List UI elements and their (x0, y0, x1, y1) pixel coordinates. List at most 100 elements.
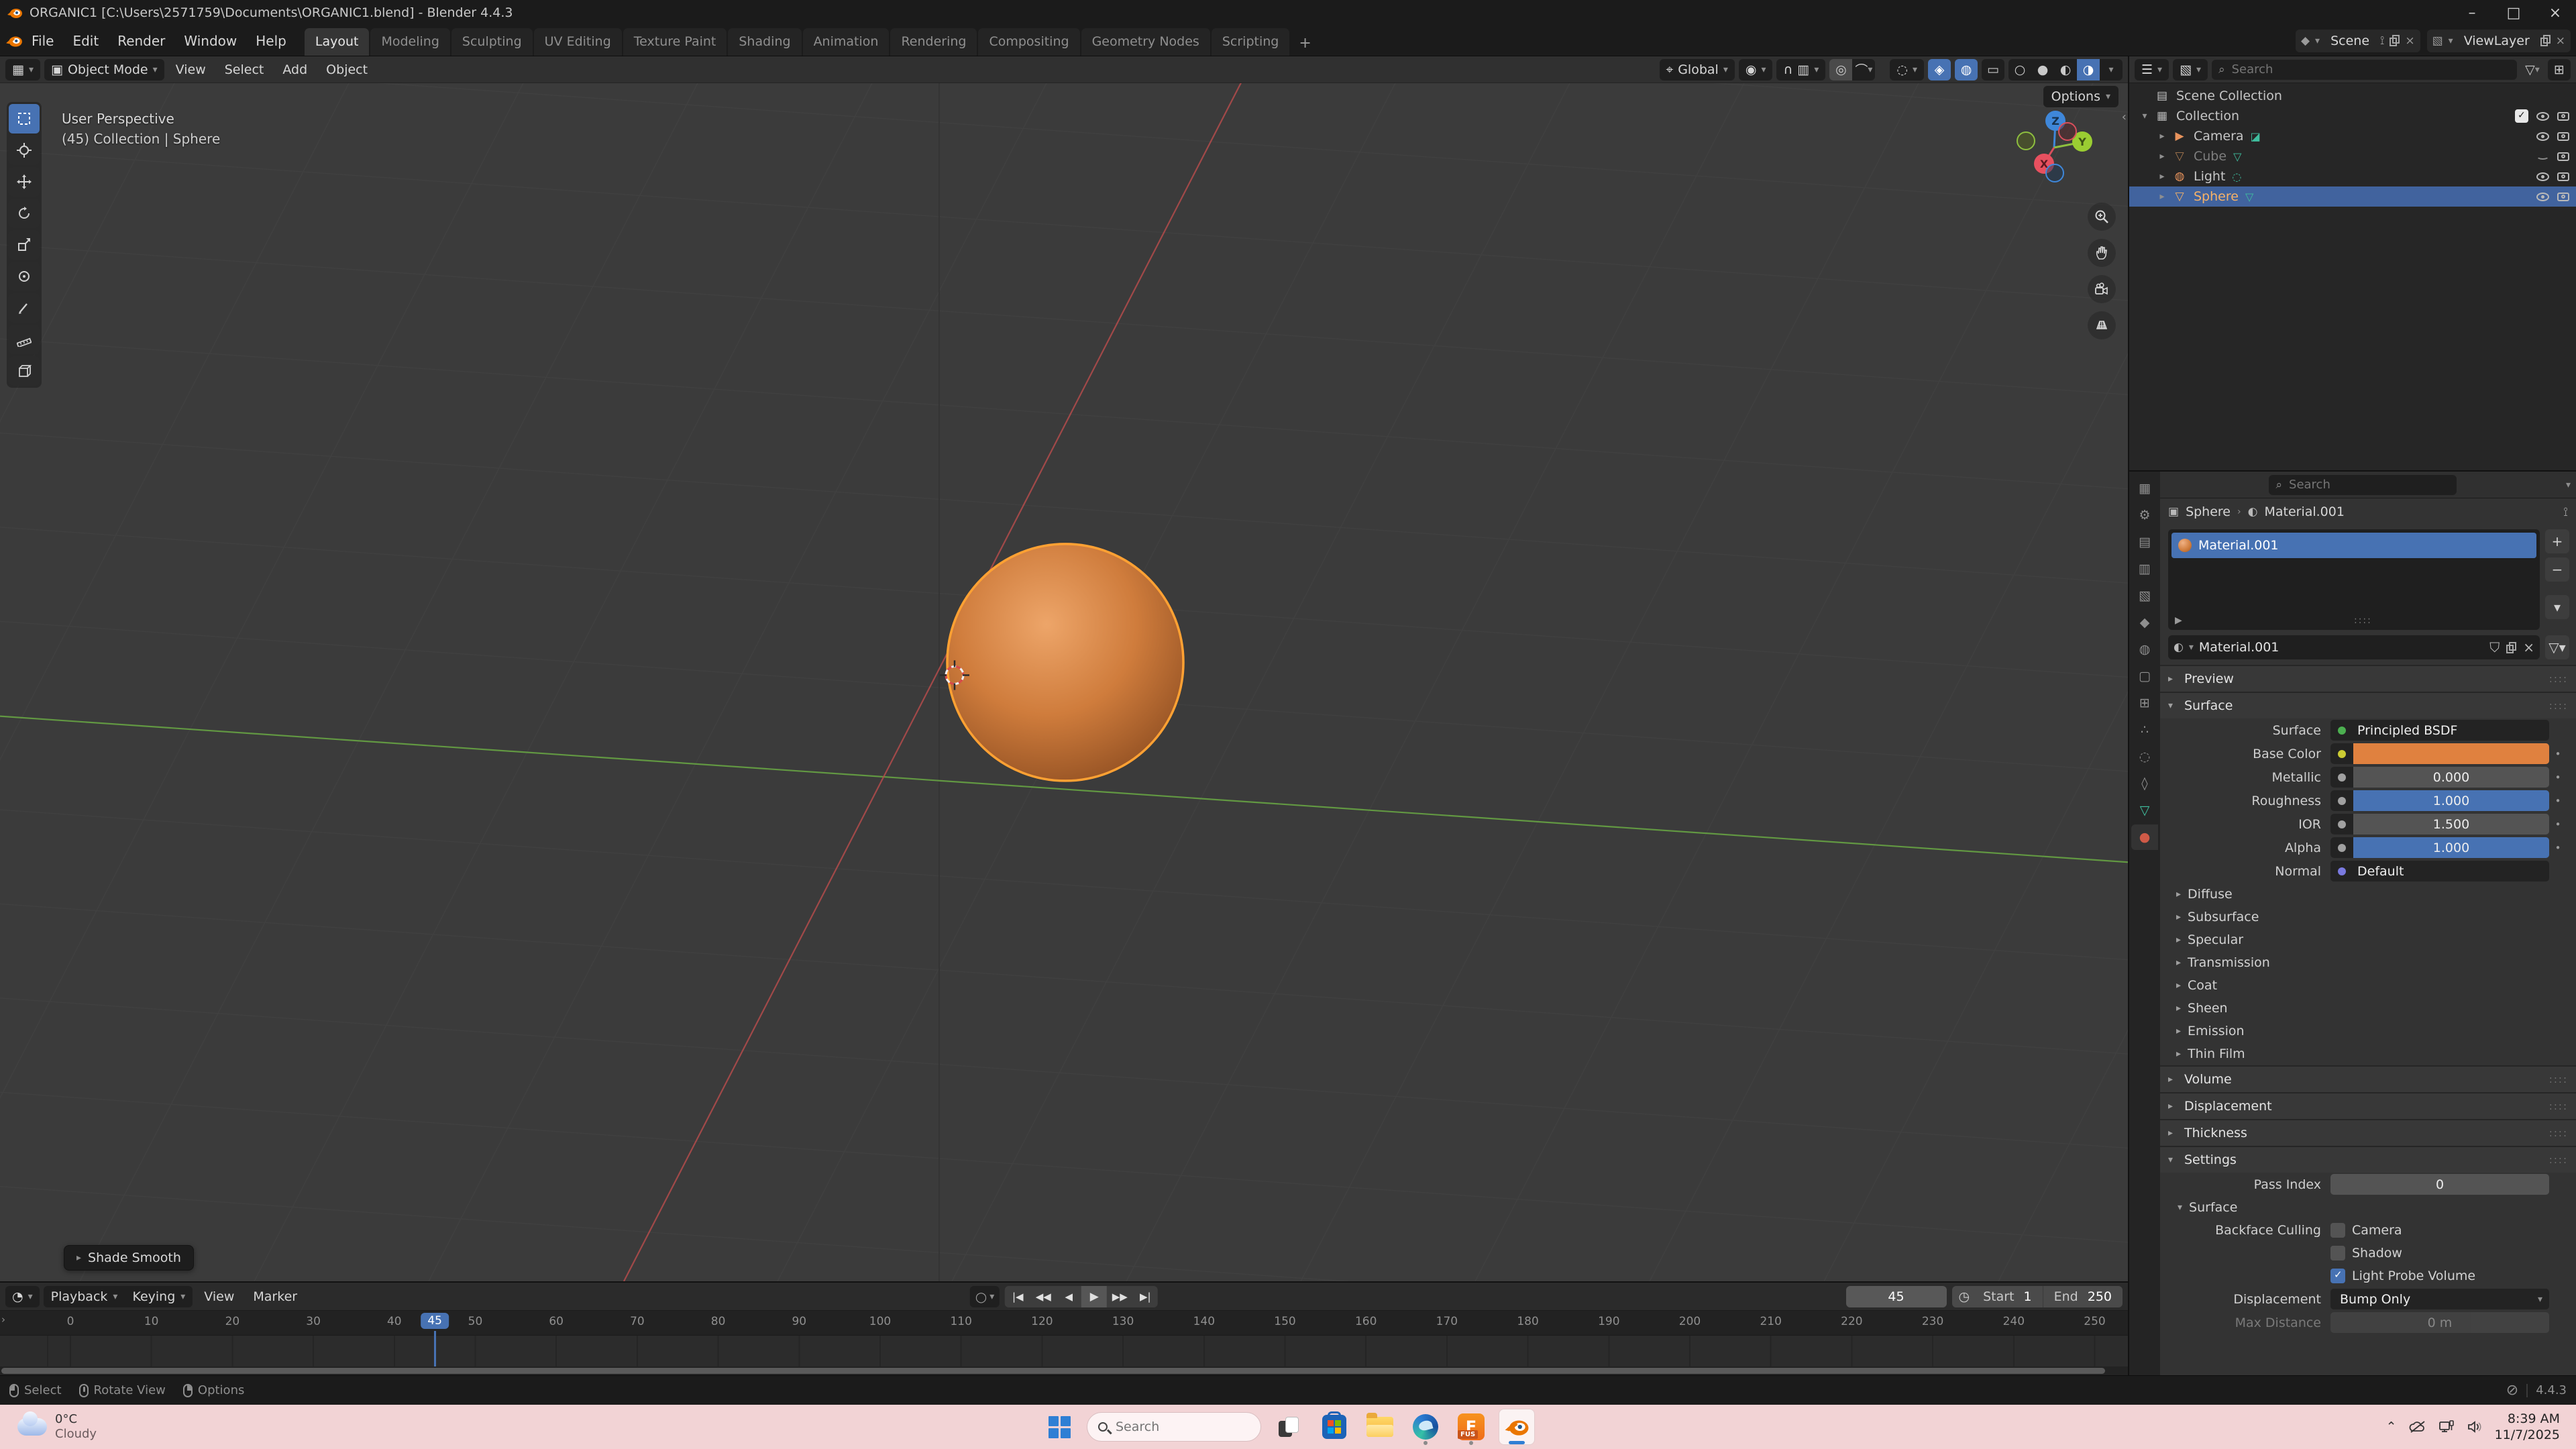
collection-checkbox[interactable]: ✓ (2515, 109, 2528, 123)
sidebar-collapse-arrow[interactable]: ‹ (2122, 110, 2127, 124)
visibility-dropdown[interactable]: ◌ ▾ (1890, 59, 1924, 80)
render-visibility-icon[interactable] (2557, 132, 2569, 141)
eye-icon[interactable] (2536, 172, 2549, 181)
outliner-row-sphere[interactable]: ▸ ▽ Sphere ▽ (2129, 186, 2576, 207)
jump-to-start-button[interactable]: |◀ (1005, 1286, 1030, 1307)
pass-index-field[interactable]: 0 (2330, 1174, 2549, 1195)
copy-icon[interactable] (2390, 35, 2400, 46)
eye-icon[interactable] (2536, 193, 2549, 201)
tab-compositing[interactable]: Compositing (978, 28, 1079, 56)
tab-animation[interactable]: Animation (803, 28, 890, 56)
menu-playback[interactable]: Playback▾ (44, 1286, 125, 1307)
viewlayer-selector[interactable]: ▧ ▾ ViewLayer × (2427, 30, 2571, 52)
menu-keying[interactable]: Keying▾ (125, 1286, 193, 1307)
play-reverse-button[interactable]: ◀ (1056, 1286, 1081, 1307)
blender-menu-icon[interactable] (5, 34, 23, 48)
properties-search-input[interactable] (2288, 477, 2450, 492)
timeline-scrollbar[interactable] (0, 1366, 2128, 1375)
subpanel-coat[interactable]: ▸Coat (2160, 974, 2576, 997)
hidden-icons-chevron[interactable]: ⌃ (2386, 1419, 2397, 1434)
orthographic-toggle-button[interactable] (2088, 311, 2116, 339)
tab-texture-paint[interactable]: Texture Paint (623, 28, 727, 56)
breadcrumb-material[interactable]: Material.001 (2264, 504, 2345, 519)
render-visibility-icon[interactable] (2557, 152, 2569, 161)
tab-rendering[interactable]: Rendering (890, 28, 977, 56)
minimize-button[interactable]: – (2451, 0, 2493, 25)
slot-expand-icon[interactable]: ▶ (2175, 615, 2182, 626)
tab-sculpting[interactable]: Sculpting (451, 28, 533, 56)
viewport-options-button[interactable]: Options ▾ (2043, 86, 2118, 107)
tab-output[interactable]: ▥ (2131, 556, 2158, 582)
new-collection-button[interactable]: ⊞ (2548, 59, 2571, 80)
outliner-row-camera[interactable]: ▸ ▶ Camera ◪ (2129, 126, 2576, 146)
tab-object[interactable]: ▢ (2131, 663, 2158, 689)
tab-shading[interactable]: Shading (728, 28, 801, 56)
tab-world[interactable]: ◍ (2131, 637, 2158, 662)
remove-icon[interactable]: × (2556, 34, 2565, 48)
timeline-ruler[interactable]: 0102030405060708090100110120130140150160… (0, 1311, 2128, 1336)
tab-view-layer[interactable]: ▧ (2131, 583, 2158, 608)
outliner-search[interactable]: ⌕ (2212, 60, 2517, 80)
metallic-slider[interactable]: 0.000 (2330, 767, 2549, 788)
timeline-editor-type[interactable]: ◔ ▾ (5, 1286, 40, 1307)
tab-uv-editing[interactable]: UV Editing (534, 28, 622, 56)
jump-to-end-button[interactable]: ▶| (1132, 1286, 1158, 1307)
expand-arrow-icon[interactable]: ▸ (2153, 171, 2171, 182)
remove-slot-button[interactable]: − (2545, 557, 2569, 582)
show-overlays-toggle[interactable]: ◍ (1955, 59, 1978, 80)
normal-field[interactable]: Default (2330, 861, 2549, 881)
fake-user-shield-icon[interactable]: ⛉ (2489, 639, 2500, 655)
outliner-display-mode[interactable]: ▧ ▾ (2173, 59, 2208, 80)
auto-keying-toggle[interactable]: ○ ▾ (970, 1286, 1000, 1307)
render-visibility-icon[interactable] (2557, 193, 2569, 201)
tab-editor-type[interactable]: ▦ (2131, 476, 2158, 501)
alpha-slider[interactable]: 1.000 (2330, 837, 2549, 858)
eye-icon[interactable] (2536, 132, 2549, 141)
subpanel-subsurface[interactable]: ▸Subsurface (2160, 906, 2576, 928)
shading-material-button[interactable]: ◐ (2054, 59, 2077, 80)
timeline-tracks[interactable] (0, 1336, 2128, 1366)
slot-grip-icon[interactable]: :::: (2354, 615, 2372, 626)
menu-object[interactable]: Object (319, 62, 375, 77)
tab-layout[interactable]: Layout (305, 28, 370, 56)
chevron-down-icon[interactable]: ▾ (2100, 59, 2123, 80)
expand-arrow-icon[interactable]: ▸ (2153, 151, 2171, 162)
tool-annotate[interactable] (9, 293, 40, 323)
play-button[interactable]: ▶ (1081, 1286, 1107, 1307)
shadow-checkbox[interactable] (2330, 1246, 2345, 1260)
outliner-row-light[interactable]: ▸ ◍ Light ◌ (2129, 166, 2576, 186)
subpanel-settings-surface[interactable]: ▾Surface (2160, 1196, 2576, 1219)
displacement-dropdown[interactable]: Bump Only ▾ (2330, 1289, 2549, 1309)
base-color-field[interactable] (2330, 743, 2549, 764)
subpanel-specular[interactable]: ▸Specular (2160, 928, 2576, 951)
animate-dot-icon[interactable]: • (2549, 771, 2567, 784)
animate-dot-icon[interactable]: • (2549, 842, 2567, 854)
taskbar-search-input[interactable] (1114, 1419, 1250, 1435)
menu-add[interactable]: Add (275, 62, 315, 77)
light-probe-volume-checkbox[interactable]: ✓ (2330, 1269, 2345, 1283)
zoom-button[interactable] (2088, 203, 2116, 231)
pin-icon[interactable]: ⟟ (2380, 34, 2384, 48)
add-workspace-button[interactable]: + (1291, 31, 1319, 56)
tab-object-data[interactable]: ▽ (2131, 798, 2158, 823)
outliner-row-collection[interactable]: ▾ ▦ Collection ✓ (2129, 106, 2576, 126)
breadcrumb-object[interactable]: Sphere (2186, 504, 2231, 519)
snapping-controls[interactable]: ∩ ▥ ▾ (1776, 59, 1825, 80)
panel-volume[interactable]: ▸Volume:::: (2160, 1067, 2576, 1092)
tool-move[interactable] (9, 167, 40, 197)
material-slot-list[interactable]: Material.001 ▶ :::: (2168, 529, 2540, 630)
end-frame-field[interactable]: End 250 (2043, 1286, 2123, 1307)
subpanel-diffuse[interactable]: ▸Diffuse (2160, 883, 2576, 906)
viewport-canvas[interactable]: User Perspective (45) Collection | Spher… (0, 83, 2128, 1281)
proportional-falloff-icon[interactable]: ⌒▾ (1852, 59, 1875, 80)
menu-view-timeline[interactable]: View (197, 1289, 241, 1304)
camera-checkbox[interactable] (2330, 1223, 2345, 1238)
render-visibility-icon[interactable] (2557, 112, 2569, 121)
animate-dot-icon[interactable]: • (2549, 818, 2567, 830)
pin-icon[interactable]: ⟟ (2563, 505, 2568, 519)
scrollbar-thumb[interactable] (1, 1368, 2105, 1374)
tool-cursor[interactable] (9, 136, 40, 165)
camera-view-button[interactable] (2088, 275, 2116, 303)
menu-marker[interactable]: Marker (246, 1289, 305, 1304)
tool-transform[interactable] (9, 262, 40, 291)
